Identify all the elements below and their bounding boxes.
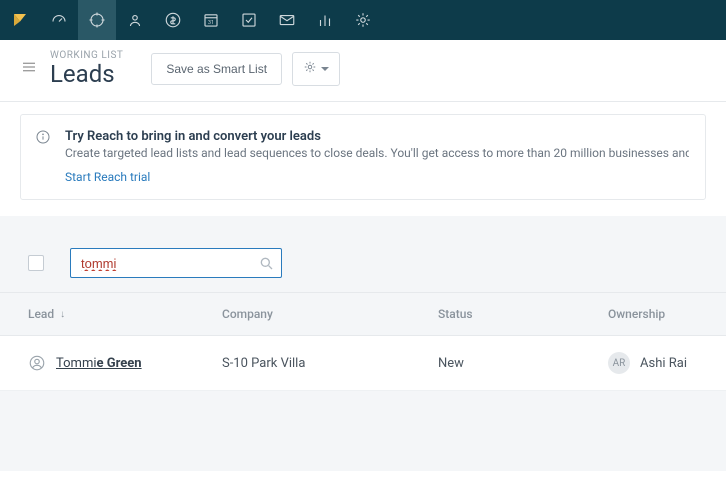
- list-toolbar: [0, 238, 726, 292]
- hamburger-icon[interactable]: [20, 58, 38, 80]
- lead-name-prefix: Tommi: [56, 356, 97, 371]
- cell-company: S-10 Park Villa: [210, 340, 426, 387]
- app-logo[interactable]: [0, 0, 40, 40]
- col-status[interactable]: Status: [426, 293, 596, 335]
- lead-name-match: e Green: [97, 356, 142, 371]
- col-owner[interactable]: Ownership: [596, 293, 726, 335]
- info-icon: [35, 129, 51, 145]
- nav-tasks[interactable]: [230, 0, 268, 40]
- sort-arrow-icon: ↓: [60, 309, 65, 320]
- content-area: Lead ↓ Company Status Ownership Tommie G…: [0, 238, 726, 471]
- cell-status: New: [426, 340, 596, 387]
- nav-calendar[interactable]: 31: [192, 0, 230, 40]
- search-input[interactable]: [70, 248, 282, 278]
- col-company[interactable]: Company: [210, 293, 426, 335]
- page-header: WORKING LIST Leads Save as Smart List: [0, 40, 726, 102]
- svg-text:31: 31: [208, 20, 214, 26]
- nav-money[interactable]: [154, 0, 192, 40]
- gear-icon: [303, 60, 317, 78]
- chevron-down-icon: [321, 67, 329, 71]
- top-nav: 31: [0, 0, 726, 40]
- lead-name-link[interactable]: Tommie Green: [56, 356, 142, 371]
- page-title: Leads: [50, 61, 123, 87]
- banner-body: Create targeted lead lists and lead sequ…: [65, 146, 689, 160]
- nav-contacts[interactable]: [116, 0, 154, 40]
- nav-dashboard[interactable]: [40, 0, 78, 40]
- col-lead-label: Lead: [28, 307, 54, 321]
- start-reach-link[interactable]: Start Reach trial: [65, 170, 150, 184]
- nav-mail[interactable]: [268, 0, 306, 40]
- table-row: Tommie Green S-10 Park Villa New AR Ashi…: [0, 336, 726, 391]
- cell-owner: AR Ashi Rai: [596, 336, 726, 390]
- search-icon[interactable]: [258, 255, 274, 271]
- search-wrap: [70, 248, 282, 278]
- nav-reports[interactable]: [306, 0, 344, 40]
- nav-target[interactable]: [78, 0, 116, 40]
- col-lead[interactable]: Lead ↓: [0, 293, 210, 335]
- banner-title: Try Reach to bring in and convert your l…: [65, 129, 689, 144]
- table-header: Lead ↓ Company Status Ownership: [0, 293, 726, 336]
- nav-settings[interactable]: [344, 0, 382, 40]
- leads-table: Lead ↓ Company Status Ownership Tommie G…: [0, 292, 726, 391]
- options-button[interactable]: [292, 52, 340, 86]
- save-smart-list-button[interactable]: Save as Smart List: [151, 53, 282, 85]
- select-all-checkbox[interactable]: [28, 255, 44, 271]
- lead-icon: [28, 354, 46, 372]
- reach-banner: Try Reach to bring in and convert your l…: [20, 114, 706, 200]
- owner-name: Ashi Rai: [640, 356, 687, 371]
- avatar: AR: [608, 352, 630, 374]
